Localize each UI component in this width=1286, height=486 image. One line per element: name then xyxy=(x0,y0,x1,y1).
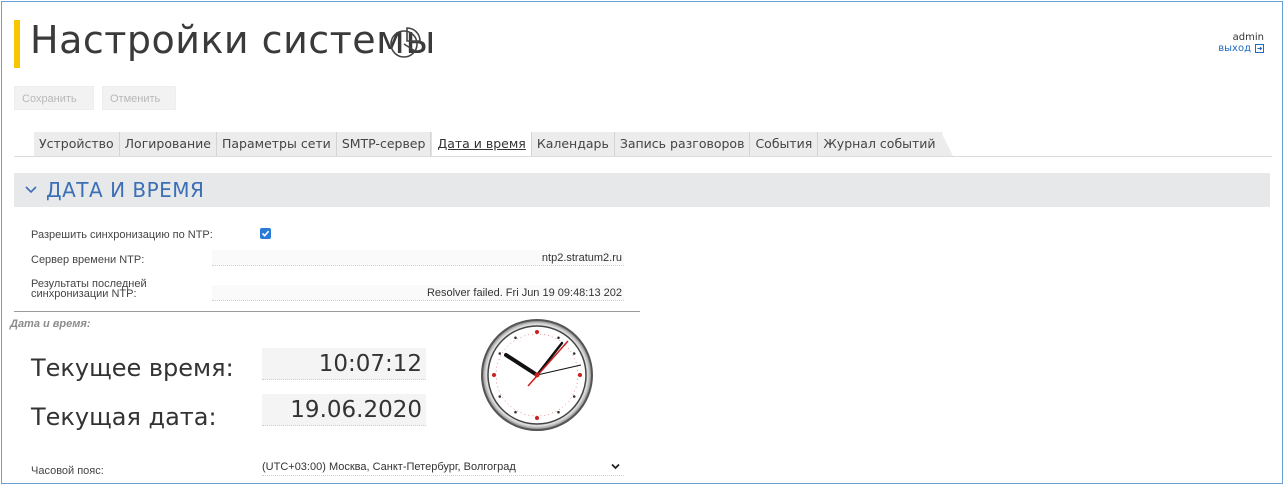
ntp-sync-checkbox[interactable] xyxy=(260,228,271,239)
tabs-underline xyxy=(14,156,1272,157)
section-header[interactable]: ДАТА И ВРЕМЯ xyxy=(14,173,1270,207)
logout-link[interactable]: выход xyxy=(1218,43,1264,54)
pie-chart-icon xyxy=(390,27,421,58)
tab-logging[interactable]: Логирование xyxy=(119,132,217,156)
title-accent-bar xyxy=(14,20,20,68)
cancel-button[interactable]: Отменить xyxy=(102,86,176,110)
ntp-sync-label: Разрешить синхронизацию по NTP: xyxy=(31,229,213,241)
ntp-server-field[interactable]: ntp2.stratum2.ru xyxy=(212,250,624,266)
current-time-label: Текущее время: xyxy=(31,354,234,382)
datetime-subtitle: Дата и время: xyxy=(10,318,91,330)
timezone-select[interactable]: (UTC+03:00) Москва, Санкт-Петербург, Вол… xyxy=(262,458,624,476)
tab-events[interactable]: События xyxy=(750,132,819,156)
chevron-down-icon xyxy=(611,463,620,470)
section-divider xyxy=(14,311,640,312)
tab-datetime[interactable]: Дата и время xyxy=(431,132,532,156)
logout-label: выход xyxy=(1218,43,1251,54)
user-box: admin выход xyxy=(1218,32,1264,54)
save-button[interactable]: Сохранить xyxy=(14,86,94,110)
tab-bar: Устройство Логирование Параметры сети SM… xyxy=(34,130,953,156)
clock-center xyxy=(534,372,540,378)
chevron-down-icon xyxy=(25,186,37,194)
analog-clock xyxy=(481,319,593,431)
tab-event-log[interactable]: Журнал событий xyxy=(818,132,953,156)
tab-network[interactable]: Параметры сети xyxy=(217,132,337,156)
ntp-result-field: Resolver failed. Fri Jun 19 09:48:13 202 xyxy=(212,285,624,301)
page-title: Настройки системы xyxy=(30,18,436,62)
tab-smtp[interactable]: SMTP-сервер xyxy=(336,132,432,156)
timezone-value: (UTC+03:00) Москва, Санкт-Петербург, Вол… xyxy=(262,461,516,473)
ntp-server-label: Сервер времени NTP: xyxy=(31,254,145,266)
tab-calendar[interactable]: Календарь xyxy=(531,132,615,156)
logout-icon xyxy=(1255,44,1264,53)
user-name: admin xyxy=(1232,32,1264,43)
tab-call-recording[interactable]: Запись разговоров xyxy=(614,132,751,156)
tab-device[interactable]: Устройство xyxy=(34,132,120,156)
timezone-label: Часовой пояс: xyxy=(31,465,104,477)
current-date-label: Текущая дата: xyxy=(31,403,217,431)
current-date-field[interactable]: 19.06.2020 xyxy=(262,394,426,426)
current-time-field[interactable]: 10:07:12 xyxy=(262,348,426,380)
checkmark-icon xyxy=(261,230,270,237)
ntp-result-label-line2: синхронизации NTP: xyxy=(31,288,137,300)
section-title: ДАТА И ВРЕМЯ xyxy=(46,178,205,202)
